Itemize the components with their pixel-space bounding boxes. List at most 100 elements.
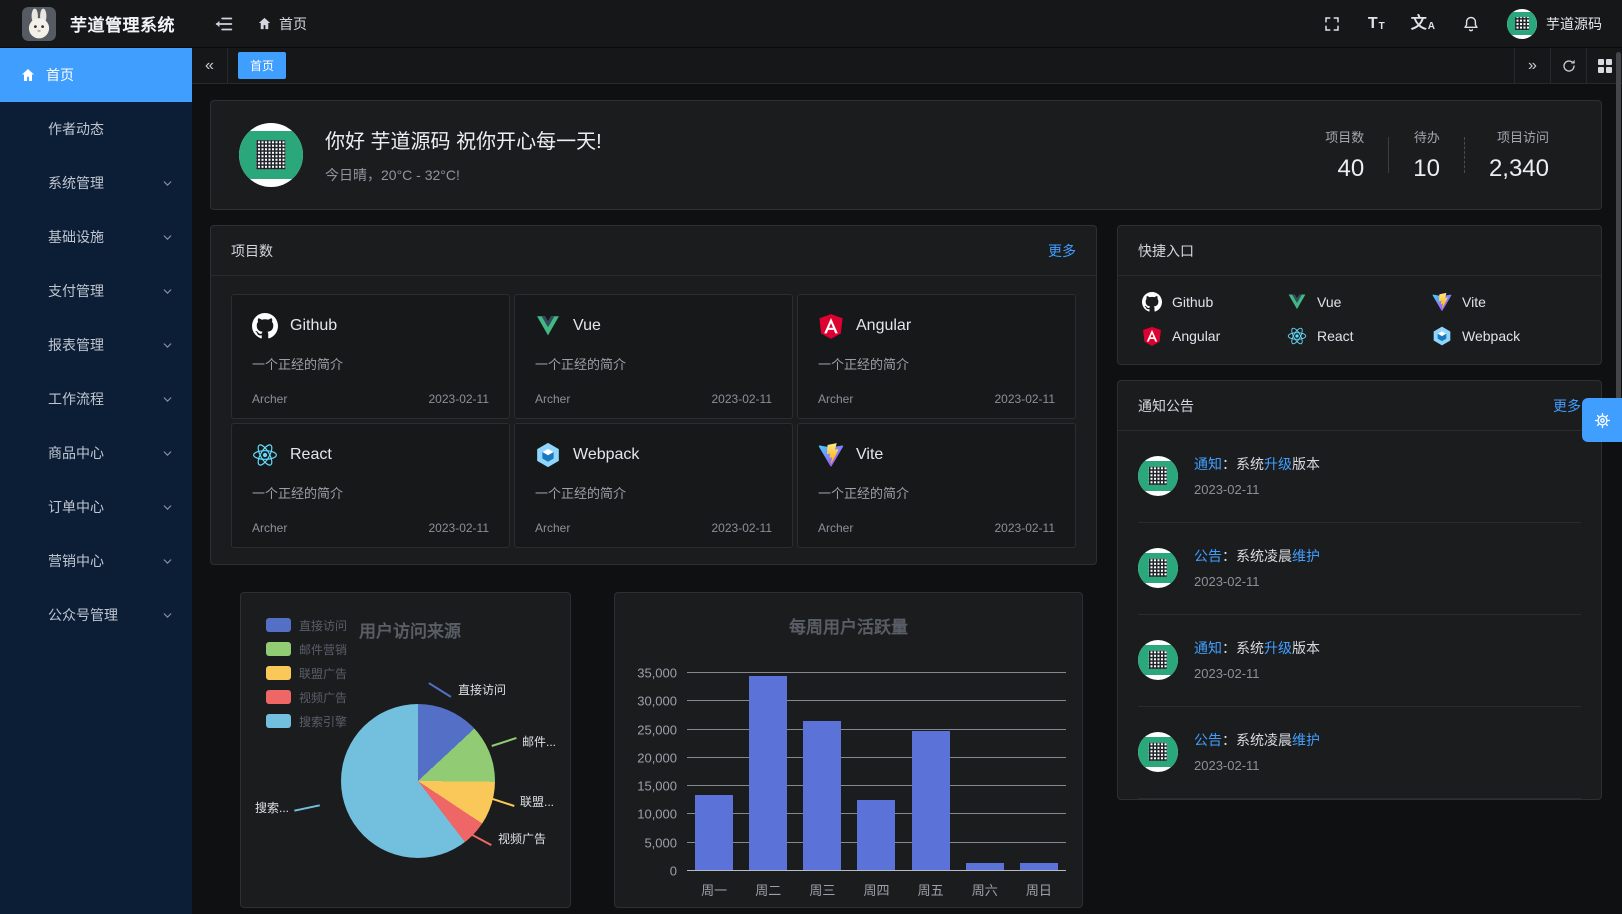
- notice-avatar: [1138, 640, 1178, 680]
- logo[interactable]: 芋道管理系统: [22, 7, 175, 41]
- sidebar-item-author-news[interactable]: 作者动态: [0, 102, 192, 156]
- pie-label: 联盟...: [489, 793, 554, 810]
- language-icon[interactable]: 文 A: [1411, 16, 1435, 32]
- y-axis-tick: 5,000: [644, 835, 677, 850]
- bar-chart-plot: 05,00010,00015,00020,00025,00030,00035,0…: [687, 673, 1066, 871]
- project-date: 2023-02-11: [429, 521, 490, 535]
- shortcut-react[interactable]: React: [1287, 326, 1432, 346]
- sidebar-item-report[interactable]: 报表管理: [0, 318, 192, 372]
- gear-icon: [1593, 411, 1612, 430]
- pie-label: 视频广告: [467, 830, 546, 847]
- tab-home[interactable]: 首页: [238, 52, 286, 79]
- sidebar-item-marketing[interactable]: 营销中心: [0, 534, 192, 588]
- fullscreen-icon[interactable]: [1322, 14, 1342, 34]
- sidebar-item-mp[interactable]: 公众号管理: [0, 588, 192, 642]
- shortcut-vite[interactable]: Vite: [1432, 292, 1577, 312]
- notice-avatar: [1138, 456, 1178, 496]
- pie-chart-title: 用户访问来源: [359, 617, 461, 642]
- sidebar-item-pay[interactable]: 支付管理: [0, 264, 192, 318]
- tabs-scroll-right[interactable]: »: [1514, 48, 1550, 84]
- project-author: Archer: [535, 521, 570, 535]
- sidebar-item-workflow[interactable]: 工作流程: [0, 372, 192, 426]
- notice-item[interactable]: 公告：系统凌晨维护 2023-02-11: [1138, 707, 1581, 799]
- vue-icon: [535, 313, 561, 339]
- shortcut-github[interactable]: Github: [1142, 292, 1287, 312]
- notice-item[interactable]: 通知：系统升级版本 2023-02-11: [1138, 615, 1581, 707]
- pie-label: 直接访问: [427, 681, 506, 698]
- projects-card-title: 项目数: [231, 241, 273, 261]
- bar-chart-card: 每周用户活跃量 05,00010,00015,00020,00025,00030…: [614, 592, 1083, 908]
- chevron-down-icon: [161, 177, 174, 190]
- github-icon: [252, 313, 278, 339]
- breadcrumb[interactable]: 首页: [257, 14, 307, 34]
- notice-avatar: [1138, 732, 1178, 772]
- project-author: Archer: [252, 521, 287, 535]
- notice-list: 通知：系统升级版本 2023-02-11 公告：系统凌晨维护 2023-02-1…: [1118, 431, 1601, 799]
- user-avatar: [1507, 9, 1537, 39]
- stat-visits: 项目访问 2,340: [1465, 127, 1573, 183]
- notification-bell-icon[interactable]: [1461, 14, 1481, 34]
- shortcut-angular[interactable]: Angular: [1142, 326, 1287, 346]
- vite-icon: [818, 442, 844, 468]
- sidebar-item-infra[interactable]: 基础设施: [0, 210, 192, 264]
- notice-date: 2023-02-11: [1194, 574, 1320, 589]
- legend-item[interactable]: 联盟广告: [266, 661, 347, 685]
- shortcut-webpack[interactable]: Webpack: [1432, 326, 1577, 346]
- shortcut-card: 快捷入口 Github Vue Vite Angular React Webpa…: [1117, 225, 1602, 365]
- tabbar-tools: »: [1514, 48, 1622, 84]
- x-axis-label: 周五: [904, 880, 958, 899]
- y-axis-tick: 15,000: [637, 779, 677, 794]
- tabs-scroll-left[interactable]: «: [192, 48, 228, 84]
- chevron-down-icon: [161, 555, 174, 568]
- project-author: Archer: [535, 392, 570, 406]
- y-axis-tick: 20,000: [637, 750, 677, 765]
- breadcrumb-item: 首页: [279, 14, 307, 34]
- legend-item[interactable]: 搜索引擎: [266, 709, 347, 733]
- project-card-webpack[interactable]: Webpack 一个正经的简介 Archer2023-02-11: [514, 423, 793, 548]
- logo-avatar: [22, 7, 56, 41]
- webpack-icon: [535, 442, 561, 468]
- project-date: 2023-02-11: [429, 392, 490, 406]
- project-date: 2023-02-11: [712, 392, 773, 406]
- pie-label: 搜索...: [255, 799, 320, 816]
- legend-item[interactable]: 视频广告: [266, 685, 347, 709]
- project-card-angular[interactable]: Angular 一个正经的简介 Archer2023-02-11: [797, 294, 1076, 419]
- app-title: 芋道管理系统: [70, 11, 175, 36]
- project-card-vue[interactable]: Vue 一个正经的简介 Archer2023-02-11: [514, 294, 793, 419]
- sidebar: 首页 作者动态 系统管理 基础设施 支付管理 报表管理 工作流程 商品中心 订单…: [0, 48, 192, 914]
- notice-item[interactable]: 通知：系统升级版本 2023-02-11: [1138, 431, 1581, 523]
- project-card-vite[interactable]: Vite 一个正经的简介 Archer2023-02-11: [797, 423, 1076, 548]
- shortcut-vue[interactable]: Vue: [1287, 292, 1432, 312]
- x-axis-label: 周四: [849, 880, 903, 899]
- github-icon: [1142, 292, 1162, 312]
- react-icon: [1287, 326, 1307, 346]
- project-grid: Github 一个正经的简介 Archer2023-02-11 Vue 一个正经…: [211, 276, 1096, 565]
- notice-more-link[interactable]: 更多: [1553, 396, 1581, 416]
- bar: [857, 800, 895, 870]
- sidebar-item-home[interactable]: 首页: [0, 48, 192, 102]
- stats: 项目数 40 待办 10 项目访问 2,340: [1301, 127, 1573, 183]
- refresh-icon[interactable]: [1550, 48, 1586, 84]
- y-axis-tick: 10,000: [637, 807, 677, 822]
- theme-settings-button[interactable]: [1582, 398, 1622, 442]
- user-name: 芋道源码: [1546, 14, 1602, 34]
- project-card-github[interactable]: Github 一个正经的简介 Archer2023-02-11: [231, 294, 510, 419]
- notice-item[interactable]: 公告：系统凌晨维护 2023-02-11: [1138, 523, 1581, 615]
- topbar: 芋道管理系统 首页 T T 文 A 芋道源码: [0, 0, 1622, 48]
- legend-item[interactable]: 邮件营销: [266, 637, 347, 661]
- sidebar-fold-icon[interactable]: [213, 13, 235, 35]
- projects-more-link[interactable]: 更多: [1048, 241, 1076, 261]
- user-menu[interactable]: 芋道源码: [1507, 9, 1602, 39]
- legend-item[interactable]: 直接访问: [266, 613, 347, 637]
- font-size-icon[interactable]: T T: [1368, 16, 1385, 32]
- y-axis-tick: 30,000: [637, 694, 677, 709]
- vite-icon: [1432, 292, 1452, 312]
- projects-card: 项目数 更多 Github 一个正经的简介 Archer2023-02-11 V…: [210, 225, 1097, 565]
- vertical-scrollbar-thumb[interactable]: [1616, 52, 1621, 424]
- sidebar-item-order[interactable]: 订单中心: [0, 480, 192, 534]
- sidebar-item-system[interactable]: 系统管理: [0, 156, 192, 210]
- project-card-react[interactable]: React 一个正经的简介 Archer2023-02-11: [231, 423, 510, 548]
- x-axis-label: 周二: [741, 880, 795, 899]
- sidebar-item-product[interactable]: 商品中心: [0, 426, 192, 480]
- x-axis-label: 周三: [795, 880, 849, 899]
